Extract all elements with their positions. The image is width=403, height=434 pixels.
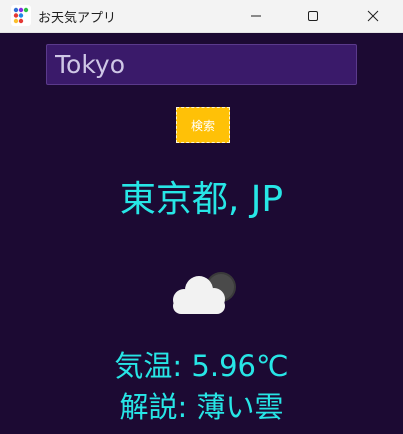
maximize-icon bbox=[308, 11, 318, 21]
location-name: 東京都, JP bbox=[119, 179, 284, 220]
weather-description: 解説: 薄い雲 bbox=[119, 390, 284, 424]
close-button[interactable] bbox=[350, 0, 396, 32]
close-icon bbox=[367, 10, 379, 22]
few-clouds-night-icon bbox=[173, 272, 236, 314]
city-search-input[interactable] bbox=[46, 44, 357, 85]
search-button[interactable]: 検索 bbox=[176, 107, 230, 143]
minimize-icon bbox=[251, 15, 261, 17]
title-bar[interactable]: お天気アプリ bbox=[0, 0, 403, 33]
minimize-button[interactable] bbox=[233, 0, 279, 32]
app-window: お天気アプリ 検索 東京都, JP bbox=[0, 0, 403, 434]
temperature-text: 気温: 5.96℃ bbox=[114, 349, 289, 383]
maximize-button[interactable] bbox=[290, 0, 336, 32]
window-title: お天気アプリ bbox=[38, 11, 117, 26]
app-logo-icon bbox=[11, 5, 31, 26]
search-button-label: 検索 bbox=[190, 118, 215, 133]
